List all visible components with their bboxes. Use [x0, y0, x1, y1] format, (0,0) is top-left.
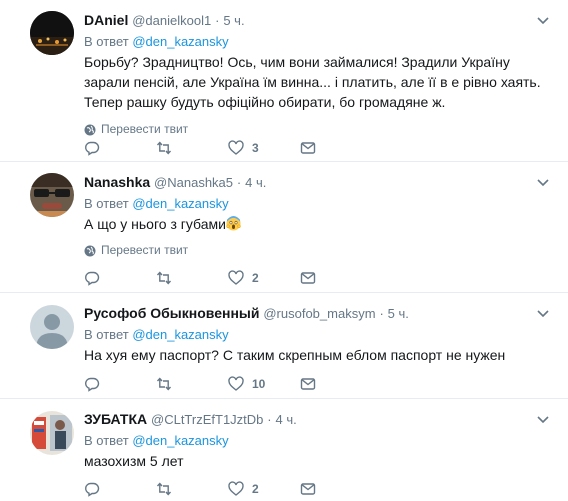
reply-icon — [85, 271, 100, 286]
user-handle[interactable]: @Nanashka5 — [154, 175, 233, 190]
timestamp[interactable]: 4 ч. — [245, 175, 266, 190]
reply-button[interactable] — [84, 480, 156, 498]
avatar-image — [30, 11, 74, 55]
timestamp[interactable]: 5 ч. — [388, 306, 409, 321]
direct-message-button[interactable] — [300, 480, 372, 498]
user-handle[interactable]: @danielkool1 — [132, 13, 211, 28]
reply-icon — [85, 141, 100, 156]
tweet[interactable]: DAniel @danielkool1 · 5 ч. В ответ @den_… — [0, 0, 568, 162]
tweet-header: ЗУБАТКА @CLtTrzEfT1JztDb · 4 ч. — [84, 411, 297, 427]
direct-message-button[interactable] — [300, 269, 372, 287]
heart-icon — [228, 376, 244, 391]
heart-icon — [228, 140, 244, 155]
like-button[interactable]: 3 — [228, 139, 300, 157]
retweet-icon — [156, 271, 172, 285]
retweet-button[interactable] — [156, 139, 228, 157]
direct-message-button[interactable] — [300, 375, 372, 393]
mention-link[interactable]: @den_kazansky — [132, 34, 228, 49]
avatar[interactable] — [30, 11, 74, 55]
envelope-icon — [300, 483, 316, 495]
tweet-text: А що у нього з губами — [84, 214, 550, 234]
tweet-text: На хуя ему паспорт? С таким скрепным ебл… — [84, 347, 506, 363]
retweet-button[interactable] — [156, 269, 228, 287]
globe-icon — [84, 245, 96, 256]
mention-link[interactable]: @den_kazansky — [132, 196, 228, 211]
avatar[interactable] — [30, 305, 74, 349]
envelope-icon — [300, 272, 316, 284]
default-avatar-icon — [30, 305, 74, 349]
chevron-down-icon[interactable] — [536, 175, 550, 189]
chevron-down-icon[interactable] — [536, 412, 550, 426]
tweet-text: мазохизм 5 лет — [84, 453, 184, 469]
timestamp[interactable]: 4 ч. — [276, 412, 297, 427]
translate-tweet-link[interactable]: Перевести твит — [84, 243, 550, 258]
tweet[interactable]: Русофоб Обыкновенный @rusofob_maksym · 5… — [0, 293, 568, 399]
reply-context: В ответ @den_kazansky — [84, 327, 229, 342]
reply-icon — [85, 377, 100, 392]
reply-context: В ответ @den_kazansky — [84, 34, 229, 49]
tweet[interactable]: Nanashka @Nanashka5 · 4 ч. В ответ @den_… — [0, 162, 568, 293]
user-name[interactable]: Русофоб Обыкновенный — [84, 305, 259, 321]
avatar-image — [30, 411, 74, 455]
reply-icon — [85, 482, 100, 497]
scream-emoji-icon — [226, 216, 241, 231]
retweet-icon — [156, 377, 172, 391]
like-count: 2 — [252, 271, 259, 285]
user-handle[interactable]: @rusofob_maksym — [263, 306, 375, 321]
heart-icon — [228, 270, 244, 285]
retweet-button[interactable] — [156, 480, 228, 498]
user-name[interactable]: DAniel — [84, 12, 128, 28]
tweet-header: Русофоб Обыкновенный @rusofob_maksym · 5… — [84, 305, 409, 321]
like-count: 3 — [252, 141, 259, 155]
reply-button[interactable] — [84, 269, 156, 287]
envelope-icon — [300, 142, 316, 154]
mention-link[interactable]: @den_kazansky — [132, 433, 228, 448]
tweet-actions: 10 — [84, 375, 372, 393]
direct-message-button[interactable] — [300, 139, 372, 157]
avatar-image — [30, 173, 74, 217]
timestamp[interactable]: 5 ч. — [223, 13, 244, 28]
retweet-icon — [156, 141, 172, 155]
like-button[interactable]: 10 — [228, 375, 300, 393]
tweet-header: DAniel @danielkool1 · 5 ч. — [84, 12, 245, 28]
reply-context: В ответ @den_kazansky — [84, 433, 229, 448]
user-handle[interactable]: @CLtTrzEfT1JztDb — [151, 412, 263, 427]
chevron-down-icon[interactable] — [536, 306, 550, 320]
heart-icon — [228, 481, 244, 496]
like-count: 2 — [252, 482, 259, 496]
mention-link[interactable]: @den_kazansky — [132, 327, 228, 342]
tweet-header: Nanashka @Nanashka5 · 4 ч. — [84, 174, 267, 190]
reply-button[interactable] — [84, 139, 156, 157]
chevron-down-icon[interactable] — [536, 13, 550, 27]
retweet-icon — [156, 482, 172, 496]
user-name[interactable]: Nanashka — [84, 174, 150, 190]
globe-icon — [84, 124, 96, 135]
retweet-button[interactable] — [156, 375, 228, 393]
like-button[interactable]: 2 — [228, 269, 300, 287]
tweet-actions: 2 — [84, 480, 372, 498]
tweet-text: Борьбу? Зрадництво! Ось, чим вони займал… — [84, 54, 541, 110]
like-count: 10 — [252, 377, 266, 391]
envelope-icon — [300, 378, 316, 390]
like-button[interactable]: 2 — [228, 480, 300, 498]
tweet[interactable]: ЗУБАТКА @CLtTrzEfT1JztDb · 4 ч. В ответ … — [0, 399, 568, 501]
tweet-actions: 3 — [84, 139, 372, 157]
user-name[interactable]: ЗУБАТКА — [84, 411, 147, 427]
tweet-replies-feed: DAniel @danielkool1 · 5 ч. В ответ @den_… — [0, 0, 568, 501]
avatar[interactable] — [30, 411, 74, 455]
reply-context: В ответ @den_kazansky — [84, 196, 229, 211]
reply-button[interactable] — [84, 375, 156, 393]
avatar[interactable] — [30, 173, 74, 217]
tweet-actions: 2 — [84, 269, 372, 287]
translate-tweet-link[interactable]: Перевести твит — [84, 122, 550, 137]
